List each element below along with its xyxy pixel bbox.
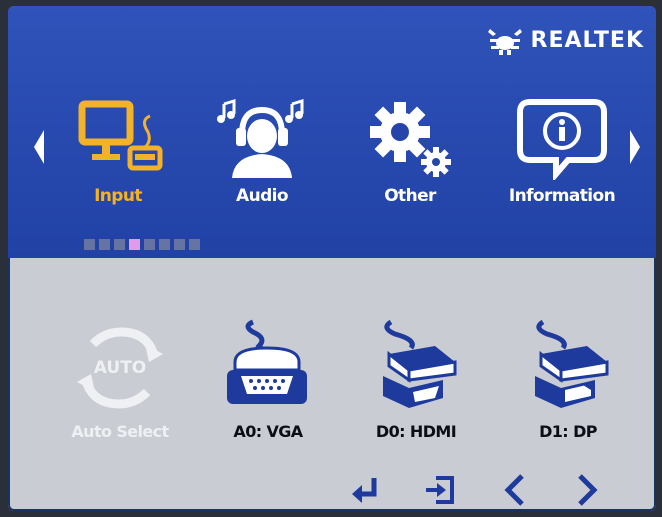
- page-indicator-dot: [114, 239, 125, 250]
- menu-item-input-label: Input: [94, 186, 142, 206]
- menu-item-input[interactable]: Input: [60, 98, 176, 218]
- menu-header: REALTEK Input Audio Other Information: [8, 6, 656, 258]
- vga-connector-icon: [227, 319, 307, 404]
- page-indicator-dot: [189, 239, 200, 250]
- page-indicator-dot: [99, 239, 110, 250]
- page-indicator: [84, 239, 200, 250]
- source-displayport-label: D1: DP: [539, 422, 597, 441]
- source-auto-select[interactable]: AUTO Auto Select: [60, 318, 180, 453]
- menu-item-other-label: Other: [384, 186, 436, 206]
- page-indicator-dot: [174, 239, 185, 250]
- auto-cycle-text: AUTO: [94, 358, 147, 378]
- info-bubble-icon: [517, 99, 607, 180]
- exit-icon[interactable]: [422, 472, 458, 508]
- menu-prev-arrow-icon[interactable]: [32, 128, 46, 166]
- menu-item-other[interactable]: Other: [352, 98, 468, 218]
- auto-cycle-icon: AUTO: [77, 327, 163, 409]
- enter-icon[interactable]: [348, 472, 384, 508]
- source-vga-label: A0: VGA: [233, 422, 303, 441]
- hdmi-connector-icon: [383, 319, 457, 408]
- source-displayport[interactable]: D1: DP: [508, 318, 628, 453]
- menu-item-audio[interactable]: Audio: [204, 98, 320, 218]
- source-hdmi[interactable]: D0: HDMI: [356, 318, 476, 453]
- menu-item-information[interactable]: Information: [504, 98, 620, 218]
- source-vga[interactable]: A0: VGA: [208, 318, 328, 453]
- osd-window: REALTEK Input Audio Other Information AU…: [8, 6, 656, 511]
- brand-name: REALTEK: [530, 27, 644, 53]
- right-icon[interactable]: [568, 472, 604, 508]
- page-indicator-dot: [159, 239, 170, 250]
- left-icon[interactable]: [498, 472, 534, 508]
- brand: REALTEK: [487, 22, 644, 58]
- page-indicator-dot: [84, 239, 95, 250]
- page-indicator-dot: [144, 239, 155, 250]
- source-auto-select-label: Auto Select: [71, 422, 169, 441]
- page-indicator-dot: [129, 239, 140, 250]
- displayport-connector-icon: [535, 319, 609, 408]
- source-hdmi-label: D0: HDMI: [375, 422, 457, 441]
- monitor-keyboard-icon: [78, 100, 163, 171]
- menu-item-information-label: Information: [508, 186, 616, 206]
- gears-icon: [370, 102, 451, 177]
- menu-next-arrow-icon[interactable]: [628, 128, 642, 166]
- headset-person-icon: [217, 98, 304, 178]
- menu-item-audio-label: Audio: [236, 186, 289, 206]
- input-source-panel: AUTO Auto Select A0: VGA D0: HDMI D1: DP: [8, 258, 656, 511]
- realtek-crab-logo: [487, 29, 522, 55]
